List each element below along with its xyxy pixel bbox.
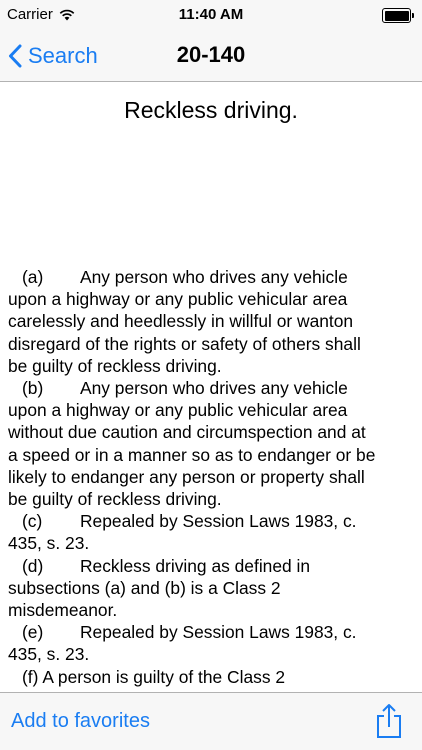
paragraph-label: (f) bbox=[22, 666, 39, 687]
paragraph-label: (a) bbox=[22, 267, 44, 287]
page-title: 20-140 bbox=[176, 42, 246, 67]
paragraph-d: (d) Reckless driving as defined in subsec… bbox=[8, 555, 311, 621]
paragraph-e: (e) Repealed by Session Laws 1983, c. 435… bbox=[8, 622, 357, 665]
screen: Carrier 11:40 AM Search 20-140 Reckless … bbox=[0, 0, 422, 750]
document-view[interactable]: Reckless driving. (a) Any person who driv… bbox=[0, 83, 422, 693]
paragraph-label: (c) bbox=[22, 511, 43, 532]
paragraph-a: (a) Any person who drives any vehicle upo… bbox=[8, 267, 361, 376]
share-icon[interactable] bbox=[374, 703, 404, 739]
document-title: Reckless driving. bbox=[124, 97, 298, 123]
document-body: (a) Any person who drives any vehicle upo… bbox=[8, 266, 414, 688]
status-bar: Carrier 11:40 AM bbox=[0, 0, 422, 30]
navigation-bar: Search 20-140 bbox=[0, 30, 422, 82]
paragraph-label: (b) bbox=[22, 378, 44, 399]
paragraph-b: (b) Any person who drives any vehicle upo… bbox=[8, 378, 376, 510]
paragraph-c: (c) Repealed by Session Laws 1983, c. 435… bbox=[8, 511, 357, 554]
status-time: 11:40 AM bbox=[178, 6, 244, 23]
paragraph-label: (e) bbox=[22, 622, 44, 643]
paragraph-f: (f) A person is guilty of the Class 2 bbox=[8, 666, 414, 688]
add-to-favorites-button[interactable]: Add to favorites bbox=[11, 710, 150, 733]
battery-icon bbox=[382, 8, 414, 23]
bottom-toolbar: Add to favorites bbox=[0, 692, 422, 750]
paragraph-label: (d) bbox=[22, 555, 44, 576]
